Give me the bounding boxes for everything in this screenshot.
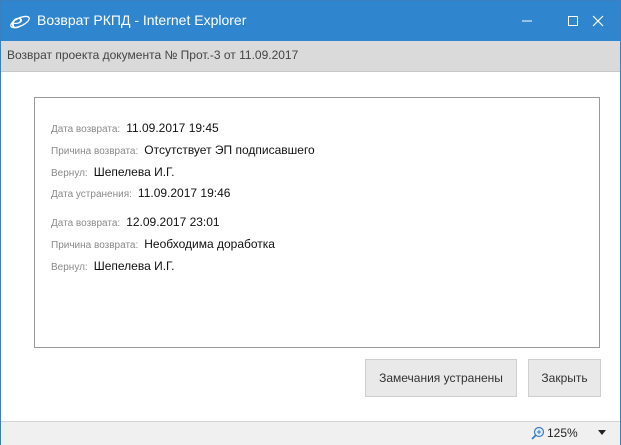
returned-by-label: Вернул: <box>51 262 88 273</box>
return-date-label: Дата возврата: <box>51 124 121 135</box>
close-window-button[interactable] <box>575 1 621 41</box>
return-date-value: 11.09.2017 19:45 <box>126 121 219 135</box>
title-bar[interactable]: e Возврат РКПД - Internet Explorer <box>1 1 620 41</box>
return-2-reason-row: Причина возврата: Необходима доработка <box>51 237 275 251</box>
return-reason-value: Отсутствует ЭП подписавшего <box>144 143 315 157</box>
zoom-control[interactable]: 125% <box>531 426 578 440</box>
browser-window: e Возврат РКПД - Internet Explorer Возвр… <box>0 0 621 445</box>
return-reason-label: Причина возврата: <box>51 240 139 251</box>
return-2-returned-by-row: Вернул: Шепелева И.Г. <box>51 259 174 273</box>
zoom-icon <box>531 426 545 440</box>
remarks-fixed-button[interactable]: Замечания устранены <box>365 359 517 397</box>
return-1-fix-date-row: Дата устранения: 11.09.2017 19:46 <box>51 186 230 200</box>
return-date-value: 12.09.2017 23:01 <box>126 215 220 229</box>
internet-explorer-icon: e <box>9 9 31 33</box>
zoom-level: 125% <box>547 426 578 440</box>
return-1-returned-by-row: Вернул: Шепелева И.Г. <box>51 165 174 179</box>
close-button[interactable]: Закрыть <box>528 359 601 397</box>
return-date-label: Дата возврата: <box>51 218 121 229</box>
return-1-reason-row: Причина возврата: Отсутствует ЭП подписав… <box>51 143 315 157</box>
return-1-date-row: Дата возврата: 11.09.2017 19:45 <box>51 121 219 135</box>
returned-by-value: Шепелева И.Г. <box>93 259 175 273</box>
status-bar: 125% <box>1 421 620 445</box>
close-icon <box>592 15 604 27</box>
returned-by-label: Вернул: <box>51 168 88 179</box>
minimize-icon <box>522 20 532 22</box>
document-header-title: Возврат проекта документа № Прот.-3 от 1… <box>7 48 299 62</box>
fix-date-label: Дата устранения: <box>51 189 132 200</box>
return-reason-label: Причина возврата: <box>51 146 139 157</box>
chevron-down-icon[interactable] <box>598 430 606 436</box>
window-title: Возврат РКПД - Internet Explorer <box>37 12 247 28</box>
return-2-date-row: Дата возврата: 12.09.2017 23:01 <box>51 215 220 229</box>
minimize-button[interactable] <box>504 1 550 41</box>
returned-by-value: Шепелева И.Г. <box>93 165 175 179</box>
document-header: Возврат проекта документа № Прот.-3 от 1… <box>1 41 620 72</box>
return-reason-value: Необходима доработка <box>144 237 275 251</box>
svg-text:e: e <box>11 10 23 32</box>
returns-panel: Дата возврата: 11.09.2017 19:45 Причина в… <box>34 97 600 348</box>
fix-date-value: 11.09.2017 19:46 <box>137 186 231 200</box>
